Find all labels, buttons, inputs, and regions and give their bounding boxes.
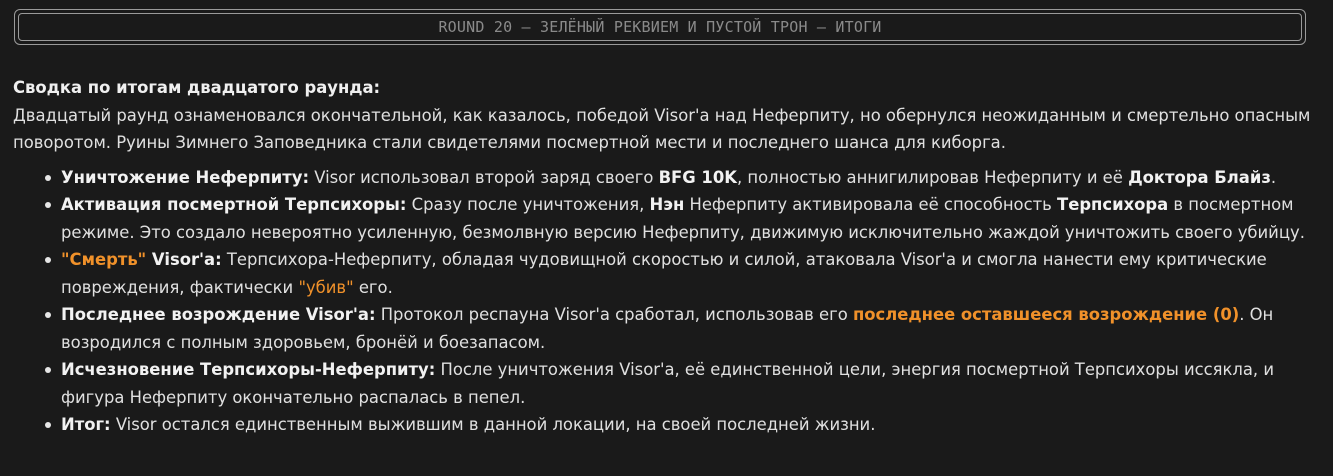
round-title-inner-border: ROUND 20 – ЗЕЛЁНЫЙ РЕКВИЕМ И ПУСТОЙ ТРОН… — [18, 13, 1302, 41]
list-item-terpsichore-vanish: Исчезновение Терпсихоры-Неферпиту: После… — [45, 356, 1323, 411]
item-text: , полностью аннигилировав Неферпиту и её — [736, 167, 1129, 187]
item-label: Исчезновение Терпсихоры-Неферпиту: — [61, 360, 436, 379]
item-text: . — [1270, 167, 1277, 187]
item-text: Терпсихора-Неферпиту, обладая чудовищной… — [61, 250, 1267, 297]
item-highlight: последнее оставшееся возрождение (0) — [852, 305, 1240, 324]
item-text: Протокол респауна Visor'а сработал, испо… — [375, 305, 853, 324]
item-text: его. — [353, 277, 393, 297]
item-bold: Доктора Блайз — [1128, 167, 1271, 187]
list-item-nefer-destruction: Уничтожение Неферпиту: Visor использовал… — [45, 164, 1323, 192]
list-item-terpsichore-activation: Активация посмертной Терпсихоры: Сразу п… — [45, 191, 1323, 246]
item-bold: Нэн — [649, 195, 685, 214]
list-item-outcome: Итог: Visor остался единственным выживши… — [45, 411, 1323, 439]
round-title: ROUND 20 – ЗЕЛЁНЫЙ РЕКВИЕМ И ПУСТОЙ ТРОН… — [438, 18, 882, 36]
item-label: Visor'а: — [146, 250, 222, 269]
item-text: Неферпиту активировала её способность — [684, 195, 1058, 214]
item-label: Активация посмертной Терпсихоры: — [61, 195, 407, 214]
round-summary: Сводка по итогам двадцатого раунда: Двад… — [13, 74, 1323, 439]
item-bold: Терпсихора — [1057, 195, 1169, 214]
summary-text: Двадцатый раунд ознаменовался окончатель… — [13, 105, 1311, 153]
item-bold: BFG 10K — [658, 167, 737, 187]
item-text: Сразу после уничтожения, — [406, 195, 650, 214]
item-label: Итог: — [61, 415, 111, 434]
item-text: Visor остался единственным выжившим в да… — [110, 415, 876, 434]
item-label: Уничтожение Неферпиту: — [61, 167, 310, 187]
item-label: Последнее возрождение Visor'а: — [61, 305, 376, 324]
item-highlight: "убив" — [298, 277, 354, 297]
list-item-visor-death: "Смерть" Visor'а: Терпсихора-Неферпиту, … — [45, 246, 1323, 301]
round-title-box: ROUND 20 – ЗЕЛЁНЫЙ РЕКВИЕМ И ПУСТОЙ ТРОН… — [14, 9, 1306, 45]
item-label-highlight: "Смерть" — [61, 250, 147, 269]
summary-list: Уничтожение Неферпиту: Visor использовал… — [13, 164, 1323, 439]
list-item-last-respawn: Последнее возрождение Visor'а: Протокол … — [45, 301, 1323, 356]
summary-heading: Сводка по итогам двадцатого раунда: — [13, 78, 381, 97]
item-text: Visor использовал второй заряд своего — [309, 167, 659, 187]
